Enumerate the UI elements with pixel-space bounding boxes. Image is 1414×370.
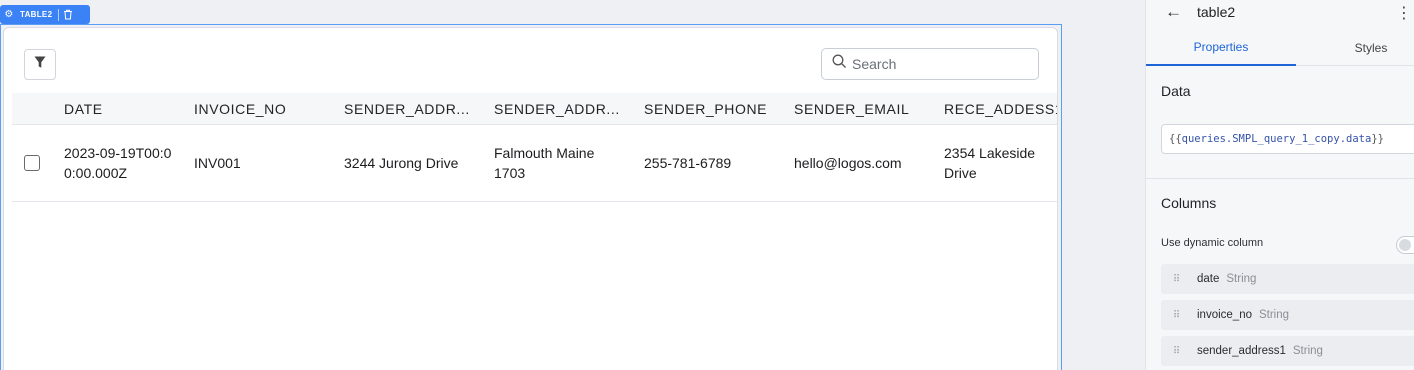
column-header-rece-address1[interactable]: RECE_ADDESS1 — [944, 93, 1057, 124]
search-field[interactable] — [821, 48, 1039, 80]
column-item-invoice-no[interactable]: ⠿ invoice_no String — [1161, 300, 1414, 330]
cell-sender-address1: 3244 Jurong Drive — [344, 155, 459, 171]
dynamic-column-toggle[interactable] — [1396, 236, 1414, 254]
column-item-sender-address1[interactable]: ⠿ sender_address1 String — [1161, 336, 1414, 366]
cell-sender-address2: Falmouth Maine 1703 — [494, 145, 595, 181]
table-row[interactable]: 2023-09-19T00:00:00.000Z INV001 3244 Jur… — [12, 125, 1057, 202]
table-header-row: DATE INVOICE_NO SENDER_ADDR... SENDER_AD… — [12, 93, 1057, 125]
drag-handle-icon[interactable]: ⠿ — [1161, 310, 1191, 321]
section-divider — [1146, 178, 1414, 179]
columns-section-title: Columns — [1161, 195, 1217, 211]
column-item-date[interactable]: ⠿ date String — [1161, 264, 1414, 294]
row-select-cell — [24, 125, 54, 201]
filter-button[interactable] — [24, 49, 56, 80]
column-name: invoice_no — [1197, 309, 1252, 321]
binding-close-braces: }} — [1371, 133, 1384, 145]
filter-icon — [34, 56, 46, 74]
column-name: date — [1197, 273, 1220, 285]
data-grid: DATE INVOICE_NO SENDER_ADDR... SENDER_AD… — [12, 93, 1057, 202]
panel-tabs: Properties Styles — [1146, 30, 1414, 66]
column-header-date[interactable]: DATE — [64, 93, 179, 124]
cell-sender-email: hello@logos.com — [794, 155, 902, 171]
cell-invoice-no: INV001 — [194, 155, 241, 171]
panel-widget-name[interactable]: table2 — [1197, 4, 1235, 20]
widget-tag-name: TABLE2 — [20, 10, 53, 19]
panel-header: ← table2 ⋮ — [1146, 0, 1414, 28]
dynamic-column-label: Use dynamic column — [1161, 237, 1264, 249]
column-header-sender-address1[interactable]: SENDER_ADDR... — [344, 93, 476, 124]
binding-open-braces: {{ — [1169, 133, 1182, 145]
column-header-sender-phone[interactable]: SENDER_PHONE — [644, 93, 784, 124]
column-type: String — [1258, 309, 1290, 321]
cell-date: 2023-09-19T00:00:00.000Z — [64, 145, 172, 181]
data-section-title: Data — [1161, 83, 1191, 99]
table-widget: DATE INVOICE_NO SENDER_ADDR... SENDER_AD… — [3, 27, 1058, 370]
search-input[interactable] — [852, 56, 1022, 72]
column-type: String — [1226, 273, 1257, 285]
property-panel: ← table2 ⋮ Properties Styles Data {{quer… — [1145, 0, 1414, 370]
back-arrow-icon[interactable]: ← — [1165, 2, 1182, 22]
search-icon — [832, 54, 847, 74]
column-header-sender-email[interactable]: SENDER_EMAIL — [794, 93, 934, 124]
binding-query: queries.SMPL_query_1_copy.data — [1181, 133, 1372, 145]
trash-icon[interactable] — [59, 9, 77, 20]
tab-styles[interactable]: Styles — [1296, 30, 1414, 66]
drag-handle-icon[interactable]: ⠿ — [1161, 346, 1191, 357]
column-type: String — [1292, 345, 1323, 357]
row-checkbox[interactable] — [24, 155, 40, 171]
column-header-invoice-no[interactable]: INVOICE_NO — [194, 93, 324, 124]
tab-properties[interactable]: Properties — [1146, 30, 1296, 66]
toggle-knob — [1399, 239, 1411, 251]
cell-sender-phone: 255-781-6789 — [644, 155, 732, 171]
drag-handle-icon[interactable]: ⠿ — [1161, 274, 1191, 285]
column-name: sender_address1 — [1197, 345, 1286, 357]
cell-rece-address1: 2354 Lakeside Drive — [944, 145, 1036, 181]
widget-tag[interactable]: ⚙ TABLE2 — [0, 5, 90, 24]
data-binding-input[interactable]: {{queries.SMPL_query_1_copy.data}} — [1161, 124, 1414, 154]
more-options-icon[interactable]: ⋮ — [1396, 3, 1412, 23]
gear-icon[interactable]: ⚙ — [2, 5, 16, 24]
column-header-sender-address2[interactable]: SENDER_ADDR... — [494, 93, 626, 124]
